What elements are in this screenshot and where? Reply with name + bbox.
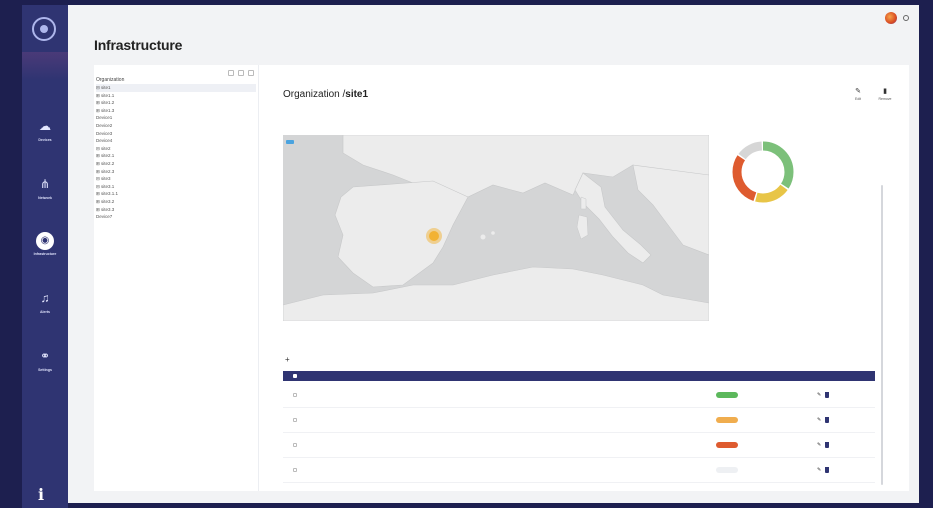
sidebar-item-label: Infrastructure — [33, 252, 57, 256]
site-tree: Organization ⊟ site1 ⊞ site1.1 ⊞ site1.2… — [94, 65, 259, 491]
edit-row-icon[interactable]: ✎ — [817, 458, 821, 483]
globe-icon: ◉ — [36, 232, 54, 250]
topology-icon: ⋔ — [39, 177, 51, 191]
refresh-icon[interactable] — [248, 70, 254, 76]
pencil-icon: ✎ — [855, 88, 861, 95]
add-device-button[interactable]: + — [285, 355, 290, 364]
detail-title-site: site1 — [345, 89, 369, 100]
tree-item[interactable]: ⊟ site1 — [96, 84, 256, 92]
status-badge — [716, 417, 738, 423]
sidebar-item-alerts[interactable]: ♫ Alerts — [22, 290, 68, 334]
delete-row-icon[interactable] — [825, 417, 829, 423]
sidebar-item-settings[interactable]: ⚭ Settings — [22, 348, 68, 392]
map-layer-button[interactable] — [286, 140, 294, 144]
sidebar-item-label: Settings — [38, 368, 52, 372]
tree-item[interactable]: ⊞ site1.3 — [96, 107, 256, 115]
delete-row-icon[interactable] — [825, 442, 829, 448]
cloud-icon: ☁ — [39, 119, 51, 133]
bell-icon: ♫ — [40, 291, 50, 305]
delete-row-icon[interactable] — [825, 467, 829, 473]
tree-item[interactable]: ⊞ site2.2 — [96, 160, 256, 168]
link-icon: ⚭ — [39, 349, 51, 363]
site-map[interactable] — [283, 135, 709, 321]
sidebar-item-network[interactable]: ⋔ Network — [22, 176, 68, 220]
sidebar-item-label: Alerts — [40, 310, 50, 314]
sidebar-item-label: Network — [38, 196, 52, 200]
user-icon[interactable] — [903, 15, 909, 21]
page-title: Infrastructure — [94, 37, 183, 53]
top-bar — [885, 11, 909, 25]
tree-item[interactable]: ⊟ site2 — [96, 145, 256, 153]
tree-item[interactable]: ⊞ site3.1.1 — [96, 190, 256, 198]
tree-root[interactable]: Organization — [96, 77, 124, 83]
status-badge — [716, 467, 738, 473]
tree-item[interactable]: Device4 — [96, 137, 256, 145]
tree-item[interactable]: Device1 — [96, 114, 256, 122]
tree-item[interactable]: ⊞ site2.1 — [96, 152, 256, 160]
map-canvas — [283, 135, 709, 321]
main-panel: Infrastructure Organization ⊟ site1 ⊞ si… — [68, 5, 919, 503]
sidebar-item-infrastructure[interactable]: ◉ Infrastructure — [22, 232, 68, 276]
tree-item[interactable]: ⊞ site3.2 — [96, 198, 256, 206]
sidebar-highlight — [22, 52, 68, 80]
tree-item[interactable]: Device2 — [96, 122, 256, 130]
edit-row-icon[interactable]: ✎ — [817, 433, 821, 458]
tree-item[interactable]: ⊞ site2.3 — [96, 168, 256, 176]
table-row[interactable]: ✎ — [283, 433, 875, 458]
site-marker — [429, 231, 439, 241]
tree-toolbar — [228, 70, 254, 76]
sidebar-item-devices[interactable]: ☁ Devices — [22, 118, 68, 162]
row-checkbox[interactable] — [293, 418, 297, 422]
sidebar-item-label: Devices — [38, 138, 52, 142]
tree-item[interactable]: ⊞ site3.3 — [96, 206, 256, 214]
tree-item[interactable]: Device7 — [96, 213, 256, 221]
tree-list: ⊟ site1 ⊞ site1.1 ⊞ site1.2 ⊞ site1.3 De… — [96, 84, 256, 221]
collapse-all-icon[interactable] — [238, 70, 244, 76]
table-row[interactable]: ✎ — [283, 458, 875, 483]
delete-row-icon[interactable] — [825, 392, 829, 398]
sidebar: ☁ Devices ⋔ Network ◉ Infrastructure ♫ A… — [22, 5, 68, 508]
scrollbar[interactable] — [881, 185, 883, 485]
status-badge — [716, 392, 738, 398]
table-header — [283, 371, 875, 381]
status-donut-chart — [732, 141, 794, 203]
brand-logo — [885, 12, 897, 24]
edit-row-icon[interactable]: ✎ — [817, 383, 821, 408]
content-card: Organization ⊟ site1 ⊞ site1.1 ⊞ site1.2… — [94, 65, 909, 491]
edit-button[interactable]: ✎ Edit — [847, 87, 869, 107]
tree-item[interactable]: ⊟ site3.1 — [96, 183, 256, 191]
atom-icon[interactable] — [32, 17, 56, 41]
trash-icon: ▮ — [883, 88, 887, 95]
tree-item[interactable]: ⊟ site3 — [96, 175, 256, 183]
remove-label: Remove — [878, 97, 892, 101]
status-donut — [730, 139, 796, 210]
tree-item[interactable]: ⊞ site1.1 — [96, 92, 256, 100]
row-checkbox[interactable] — [293, 468, 297, 472]
detail-title-prefix: Organization / — [283, 89, 346, 100]
tree-item[interactable]: Device3 — [96, 130, 256, 138]
status-badge — [716, 442, 738, 448]
remove-button[interactable]: ▮ Remove — [874, 87, 896, 107]
row-checkbox[interactable] — [293, 393, 297, 397]
detail-title: Organization /site1 — [283, 89, 368, 100]
expand-all-icon[interactable] — [228, 70, 234, 76]
edit-label: Edit — [854, 97, 862, 101]
tree-item[interactable]: ⊞ site1.2 — [96, 99, 256, 107]
table-row[interactable]: ✎ — [283, 408, 875, 433]
info-icon[interactable]: i — [38, 485, 44, 504]
select-all-checkbox[interactable] — [293, 374, 297, 378]
table-row[interactable]: ✎ — [283, 383, 875, 408]
edit-row-icon[interactable]: ✎ — [817, 408, 821, 433]
row-checkbox[interactable] — [293, 443, 297, 447]
